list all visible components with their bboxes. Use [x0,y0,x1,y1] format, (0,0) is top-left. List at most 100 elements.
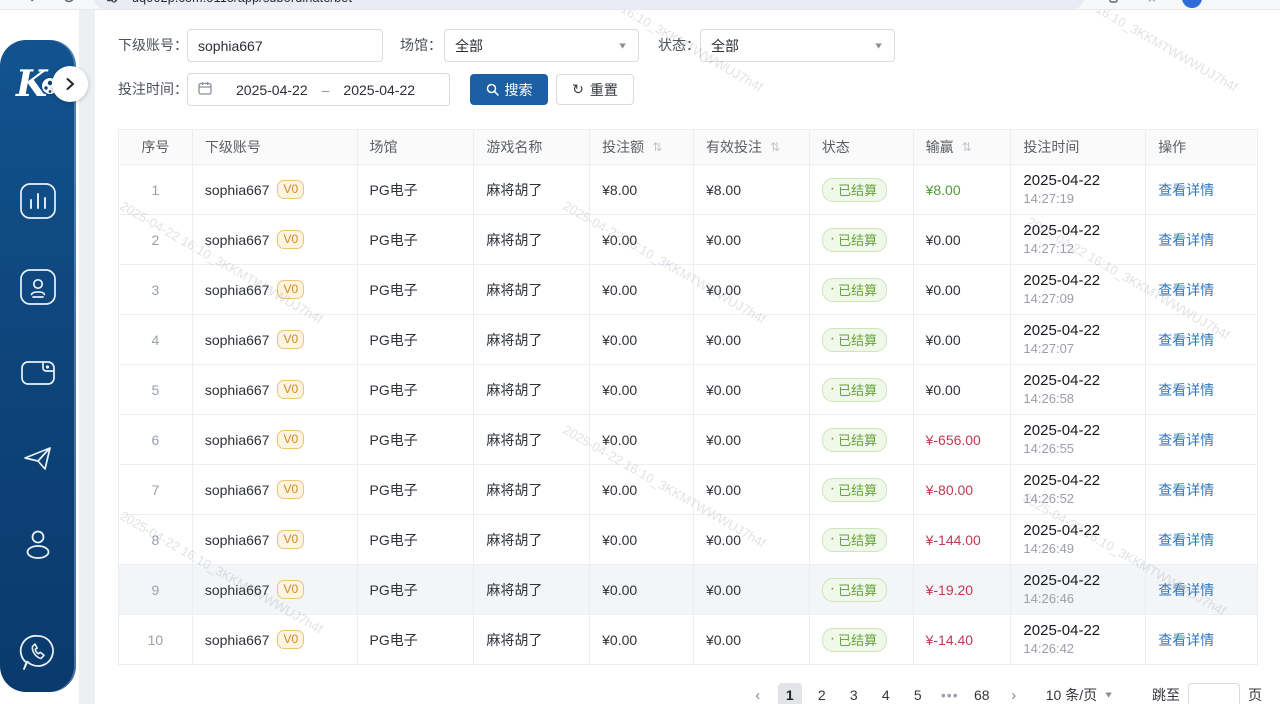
cell-seq: 1 [119,165,193,214]
reset-button[interactable]: ↻ 重置 [556,74,634,105]
cell-game: 麻将胡了 [474,315,590,364]
cell-venue: PG电子 [358,615,475,664]
sidebar-item-support[interactable] [0,610,76,696]
view-details-link[interactable]: 查看详情 [1158,480,1214,500]
cell-valid-bet: ¥0.00 [694,215,810,264]
forward-arrow-icon[interactable] [24,0,38,7]
bookmark-star-icon[interactable]: ☆ [1146,0,1158,6]
share-icon[interactable] [1108,0,1122,7]
date-separator: – [322,82,330,98]
reload-icon[interactable] [62,0,76,7]
profile-avatar[interactable] [1182,0,1202,8]
header-valid-bet[interactable]: 有效投注⇅ [694,130,810,164]
header-seq: 序号 [119,130,193,164]
view-details-link[interactable]: 查看详情 [1158,630,1214,650]
cell-winloss: ¥-14.40 [914,615,1012,664]
chevron-right-icon [63,77,77,91]
cell-bet-amount: ¥0.00 [590,365,694,414]
cell-valid-bet: ¥0.00 [694,315,810,364]
sidebar-item-members[interactable] [0,244,76,330]
sort-icon[interactable]: ⇅ [770,140,780,154]
pages-ellipsis[interactable]: ••• [938,683,962,704]
cell-actions: 查看详情 [1146,165,1257,214]
sort-icon[interactable]: ⇅ [962,140,972,154]
status-dot-icon: · [830,434,835,444]
header-venue: 场馆 [358,130,475,164]
search-icon [486,83,499,96]
vip-level-badge: V0 [277,630,304,649]
cell-bet-time: 2025-04-2214:26:52 [1011,465,1146,514]
cell-seq: 9 [119,565,193,614]
view-details-link[interactable]: 查看详情 [1158,380,1214,400]
header-account: 下级账号 [193,130,358,164]
view-details-link[interactable]: 查看详情 [1158,280,1214,300]
cell-account: sophia667 V0 [193,315,358,364]
cell-venue: PG电子 [358,265,475,314]
sidebar-item-messages[interactable] [0,416,76,502]
header-game: 游戏名称 [474,130,590,164]
page-size-select[interactable]: 10 条/页 ▼ [1046,685,1114,704]
sidebar-item-profile[interactable] [0,502,76,588]
page-button-1[interactable]: 1 [778,683,802,704]
jump-page-input[interactable] [1188,683,1240,704]
status-select[interactable]: 全部 ▼ [700,29,895,62]
status-dot-icon: · [830,484,835,494]
sidebar-item-wallet[interactable] [0,330,76,416]
venue-select[interactable]: 全部 ▼ [444,29,639,62]
page-button-4[interactable]: 4 [874,683,898,704]
pagination: ‹ 1 2 3 4 5 ••• 68 › 10 条/页 ▼ 跳至 页 [742,682,1262,704]
status-badge: ·已结算 [822,178,887,202]
site-settings-icon[interactable] [106,0,118,4]
status-dot-icon: · [830,534,835,544]
table-row: 6 sophia667 V0 PG电子 麻将胡了 ¥0.00 ¥0.00 ·已结… [119,415,1257,465]
date-to: 2025-04-22 [343,82,415,98]
cell-valid-bet: ¥0.00 [694,615,810,664]
vip-level-badge: V0 [277,380,304,399]
cell-account: sophia667 V0 [193,265,358,314]
view-details-link[interactable]: 查看详情 [1158,330,1214,350]
content-area: 下级账号： sophia667 场馆： 全部 ▼ 状态： 全部 ▼ 投注时间： … [95,10,1280,704]
sidebar-item-reports[interactable] [0,158,76,244]
view-details-link[interactable]: 查看详情 [1158,430,1214,450]
table-row: 5 sophia667 V0 PG电子 麻将胡了 ¥0.00 ¥0.00 ·已结… [119,365,1257,415]
account-input[interactable]: sophia667 [187,29,383,62]
page-button-5[interactable]: 5 [906,683,930,704]
cell-actions: 查看详情 [1146,265,1257,314]
user-icon [18,525,58,565]
page-button-3[interactable]: 3 [842,683,866,704]
cell-winloss: ¥-80.00 [914,465,1012,514]
cell-status: ·已结算 [810,465,914,514]
view-details-link[interactable]: 查看详情 [1158,230,1214,250]
cell-bet-amount: ¥0.00 [590,215,694,264]
cell-status: ·已结算 [810,165,914,214]
header-winloss[interactable]: 输赢⇅ [914,130,1012,164]
view-details-link[interactable]: 查看详情 [1158,580,1214,600]
prev-page-button[interactable]: ‹ [746,683,770,704]
view-details-link[interactable]: 查看详情 [1158,180,1214,200]
status-dot-icon: · [830,234,835,244]
cell-actions: 查看详情 [1146,515,1257,564]
calendar-icon [198,81,212,98]
sort-icon[interactable]: ⇅ [652,140,662,154]
page-button-last[interactable]: 68 [970,683,994,704]
date-range-picker[interactable]: 2025-04-22 – 2025-04-22 [187,73,450,106]
cell-venue: PG电子 [358,365,475,414]
cell-game: 麻将胡了 [474,265,590,314]
search-button[interactable]: 搜索 [470,74,548,105]
sidebar-nav: K [0,40,76,692]
header-bet-amount[interactable]: 投注额⇅ [590,130,694,164]
status-badge: ·已结算 [822,578,887,602]
app-root: dq002p.com:5115/app/subordinate/bet ☆ K [0,0,1280,704]
bet-records-table: 序号 下级账号 场馆 游戏名称 投注额⇅ 有效投注⇅ 状态 输赢⇅ 投注时间 操… [118,129,1258,665]
cell-winloss: ¥0.00 [914,365,1012,414]
sidebar-gutter [79,10,95,704]
next-page-button[interactable]: › [1002,683,1026,704]
cell-seq: 5 [119,365,193,414]
view-details-link[interactable]: 查看详情 [1158,530,1214,550]
url-bar[interactable]: dq002p.com:5115/app/subordinate/bet [94,0,1084,9]
jump-label: 跳至 [1152,685,1180,704]
sidebar-collapse-button[interactable] [52,66,88,102]
cell-status: ·已结算 [810,515,914,564]
cell-bet-time: 2025-04-2214:26:46 [1011,565,1146,614]
page-button-2[interactable]: 2 [810,683,834,704]
